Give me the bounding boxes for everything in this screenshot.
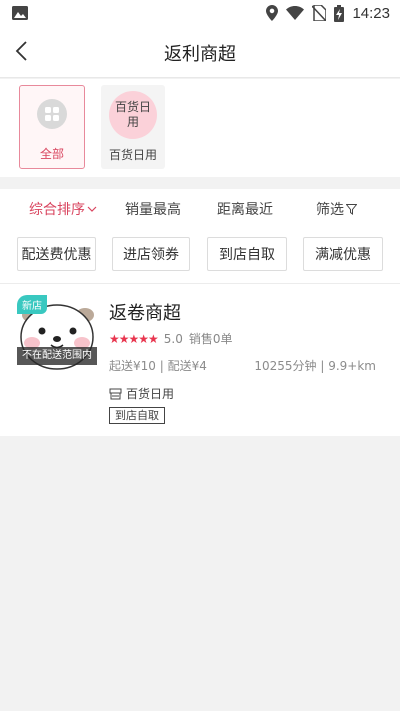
new-store-badge: 新店 (17, 295, 47, 314)
battery-charging-icon (334, 4, 345, 22)
nav-bar: 返利商超 (0, 26, 400, 78)
category-icon-text: 百货日用 (109, 91, 157, 139)
store-avatar: 新店 不在配送范围内 (17, 295, 97, 375)
store-category-label: 百货日用 (126, 387, 175, 401)
filter-chips: 配送费优惠 进店领券 到店自取 满减优惠 (0, 237, 400, 271)
sort-label: 综合排序 (29, 202, 85, 218)
sales-count: 销售0单 (188, 332, 233, 346)
filter-icon (346, 203, 357, 215)
service-tag: 到店自取 (109, 407, 165, 424)
sort-label: 筛选 (316, 202, 344, 218)
category-row: 全部 百货日用 百货日用 (0, 79, 400, 177)
delivery-fees: 起送¥10 | 配送¥4 (109, 359, 207, 373)
chip-full-reduction[interactable]: 满减优惠 (303, 237, 383, 271)
store-icon (109, 388, 122, 399)
rating-row: ★★★★★ 5.0 销售0单 (109, 330, 233, 347)
location-icon (266, 5, 279, 21)
sort-label: 距离最近 (217, 202, 273, 218)
time-distance: 10255分钟 | 9.9+km (254, 359, 376, 373)
sort-label: 销量最高 (125, 202, 181, 218)
category-label: 全部 (39, 147, 64, 161)
sort-sales[interactable]: 销量最高 (125, 199, 181, 219)
store-card[interactable]: 新店 不在配送范围内 返卷商超 ★★★★★ 5.0 销售0单 起送¥10 | 配… (0, 293, 400, 433)
wifi-icon (286, 6, 305, 20)
status-time: 14:23 (352, 4, 390, 22)
sort-distance[interactable]: 距离最近 (217, 199, 273, 219)
category-all[interactable]: 全部 (19, 85, 85, 169)
chip-delivery-discount[interactable]: 配送费优惠 (17, 237, 96, 271)
chip-self-pickup[interactable]: 到店自取 (207, 237, 287, 271)
page-title: 返利商超 (164, 44, 236, 65)
category-label: 百货日用 (108, 148, 157, 162)
star-rating: ★★★★★ (109, 331, 159, 346)
no-sim-icon (312, 5, 327, 21)
rating-value: 5.0 (163, 331, 183, 346)
out-of-range-band: 不在配送范围内 (17, 347, 97, 365)
grid-icon (37, 99, 67, 129)
category-daily-goods[interactable]: 百货日用 百货日用 (101, 85, 165, 169)
store-list-panel: 综合排序 销量最高 距离最近 筛选 配送费优惠 进店领券 到店自取 满减优惠 新… (0, 189, 400, 436)
chevron-down-icon (87, 206, 97, 212)
sort-filter[interactable]: 筛选 (316, 199, 357, 219)
image-icon (12, 6, 28, 20)
store-category: 百货日用 (109, 385, 174, 402)
sort-bar: 综合排序 销量最高 距离最近 筛选 (0, 189, 400, 229)
divider (0, 283, 400, 284)
store-name: 返卷商超 (109, 303, 181, 324)
status-bar: 14:23 (0, 0, 400, 26)
sort-comprehensive[interactable]: 综合排序 (29, 199, 97, 219)
chip-store-coupon[interactable]: 进店领券 (112, 237, 190, 271)
